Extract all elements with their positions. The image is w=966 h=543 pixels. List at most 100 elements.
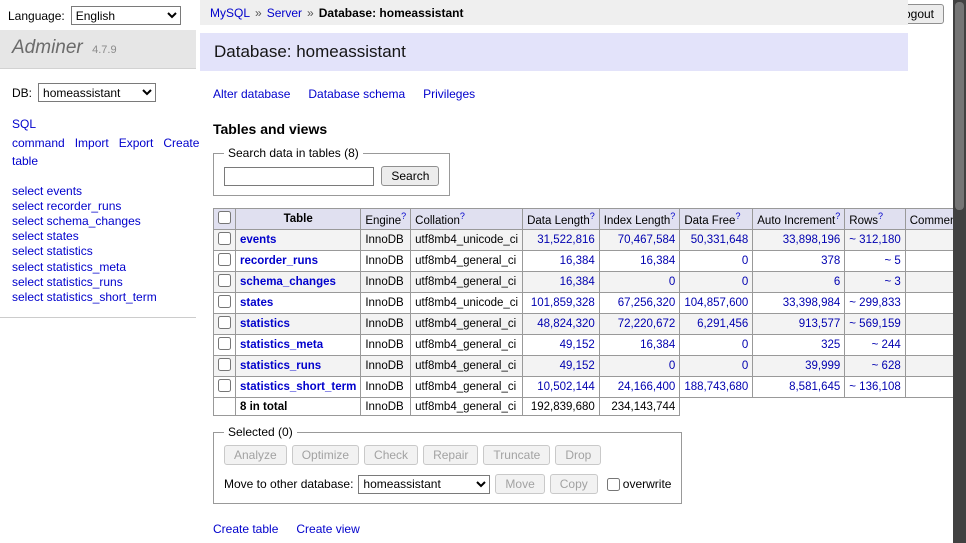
db-action-link[interactable]: Privileges bbox=[423, 87, 475, 101]
table-select-link[interactable]: select statistics bbox=[12, 244, 93, 258]
index-length-cell: 70,467,584 bbox=[599, 230, 680, 251]
scrollbar-thumb[interactable] bbox=[955, 2, 964, 210]
search-button[interactable]: Search bbox=[381, 166, 439, 186]
breadcrumb-link[interactable]: Server bbox=[267, 6, 302, 20]
help-link[interactable]: ? bbox=[590, 211, 595, 221]
row-checkbox[interactable] bbox=[218, 274, 231, 287]
table-select-link[interactable]: select statistics_meta bbox=[12, 260, 126, 274]
row-checkbox[interactable] bbox=[218, 232, 231, 245]
sidebar-link[interactable]: SQL command bbox=[12, 117, 65, 150]
move-db-select[interactable]: homeassistant bbox=[358, 475, 490, 494]
table-select-item: select statistics_meta bbox=[12, 260, 184, 274]
drop-button[interactable]: Drop bbox=[555, 445, 601, 465]
help-link[interactable]: ? bbox=[460, 211, 465, 221]
engine-cell: InnoDB bbox=[361, 335, 411, 356]
table-name-link[interactable]: statistics_meta bbox=[240, 339, 323, 351]
rows-cell: ~ 569,159 bbox=[845, 314, 905, 335]
table-select-link[interactable]: select recorder_runs bbox=[12, 199, 121, 213]
table-name-link[interactable]: states bbox=[240, 297, 273, 309]
table-name-link[interactable]: statistics_short_term bbox=[240, 381, 356, 393]
row-checkbox[interactable] bbox=[218, 295, 231, 308]
auto-increment-cell: 6 bbox=[753, 272, 845, 293]
help-link[interactable]: ? bbox=[835, 211, 840, 221]
help-link[interactable]: ? bbox=[401, 211, 406, 221]
data-length-cell: 101,859,328 bbox=[523, 293, 600, 314]
index-length-cell: 0 bbox=[599, 272, 680, 293]
table-select-item: select events bbox=[12, 184, 184, 198]
table-select-link[interactable]: select states bbox=[12, 229, 79, 243]
auto-increment-cell: 8,581,645 bbox=[753, 377, 845, 398]
table-select-item: select statistics bbox=[12, 244, 184, 258]
data-free-cell: 0 bbox=[680, 272, 753, 293]
optimize-button[interactable]: Optimize bbox=[292, 445, 359, 465]
breadcrumb: MySQL»Server»Database: homeassistant bbox=[200, 0, 908, 25]
data-free-cell: 188,743,680 bbox=[680, 377, 753, 398]
search-input[interactable] bbox=[224, 167, 374, 186]
db-action-links: Alter database Database schema Privileges bbox=[213, 87, 908, 101]
sidebar-link[interactable]: Import bbox=[75, 136, 109, 150]
app-version: 4.7.9 bbox=[92, 44, 116, 56]
table-name-link[interactable]: statistics bbox=[240, 318, 290, 330]
total-engine-cell: InnoDB bbox=[361, 398, 411, 416]
create-link[interactable]: Create table bbox=[213, 522, 278, 536]
move-label: Move to other database: bbox=[224, 477, 353, 491]
table-select-link[interactable]: select statistics_short_term bbox=[12, 290, 157, 304]
check-button[interactable]: Check bbox=[364, 445, 418, 465]
copy-button[interactable]: Copy bbox=[550, 474, 598, 494]
table-name-link[interactable]: recorder_runs bbox=[240, 255, 318, 267]
table-name-link[interactable]: statistics_runs bbox=[240, 360, 321, 372]
engine-cell: InnoDB bbox=[361, 314, 411, 335]
data-free-cell: 0 bbox=[680, 251, 753, 272]
col-header-data-free: Data Free? bbox=[680, 209, 753, 230]
app-logo[interactable]: Adminer bbox=[12, 37, 83, 58]
tables-total-row: 8 in totalInnoDButf8mb4_general_ci192,83… bbox=[214, 398, 966, 416]
db-action-link[interactable]: Alter database bbox=[213, 87, 290, 101]
tables-heading: Tables and views bbox=[213, 121, 908, 137]
breadcrumb-link[interactable]: MySQL bbox=[210, 6, 250, 20]
table-select-link[interactable]: select statistics_runs bbox=[12, 275, 123, 289]
help-link[interactable]: ? bbox=[670, 211, 675, 221]
db-action-link[interactable]: Database schema bbox=[308, 87, 405, 101]
tables-header-row: TableEngine?Collation?Data Length?Index … bbox=[214, 209, 966, 230]
truncate-button[interactable]: Truncate bbox=[483, 445, 550, 465]
select-all-checkbox[interactable] bbox=[218, 211, 231, 224]
col-header-engine: Engine? bbox=[361, 209, 411, 230]
total-index-length-cell: 234,143,744 bbox=[599, 398, 680, 416]
help-link[interactable]: ? bbox=[878, 211, 883, 221]
repair-button[interactable]: Repair bbox=[423, 445, 478, 465]
auto-increment-cell: 33,898,196 bbox=[753, 230, 845, 251]
page-title: Database: homeassistant bbox=[200, 33, 908, 71]
sidebar-link[interactable]: Export bbox=[119, 136, 154, 150]
auto-increment-cell: 913,577 bbox=[753, 314, 845, 335]
language-row: Language: English bbox=[8, 6, 181, 25]
tables-overview-table: TableEngine?Collation?Data Length?Index … bbox=[213, 208, 966, 416]
data-free-cell: 0 bbox=[680, 356, 753, 377]
table-name-link[interactable]: schema_changes bbox=[240, 276, 336, 288]
engine-cell: InnoDB bbox=[361, 230, 411, 251]
row-checkbox[interactable] bbox=[218, 379, 231, 392]
table-select-item: select statistics_runs bbox=[12, 275, 184, 289]
row-checkbox[interactable] bbox=[218, 358, 231, 371]
data-length-cell: 31,522,816 bbox=[523, 230, 600, 251]
row-checkbox[interactable] bbox=[218, 337, 231, 350]
table-select-link[interactable]: select events bbox=[12, 184, 82, 198]
analyze-button[interactable]: Analyze bbox=[224, 445, 287, 465]
table-select-link[interactable]: select schema_changes bbox=[12, 214, 141, 228]
scrollbar[interactable] bbox=[953, 0, 966, 543]
row-checkbox[interactable] bbox=[218, 316, 231, 329]
table-select-item: select states bbox=[12, 229, 184, 243]
help-link[interactable]: ? bbox=[735, 211, 740, 221]
row-checkbox[interactable] bbox=[218, 253, 231, 266]
language-select[interactable]: English bbox=[71, 6, 181, 25]
overwrite-checkbox[interactable] bbox=[607, 478, 620, 491]
sidebar-links: SQL commandImportExportCreate table bbox=[12, 115, 184, 171]
move-button[interactable]: Move bbox=[495, 474, 544, 494]
create-link[interactable]: Create view bbox=[296, 522, 359, 536]
data-length-cell: 49,152 bbox=[523, 356, 600, 377]
engine-cell: InnoDB bbox=[361, 377, 411, 398]
index-length-cell: 24,166,400 bbox=[599, 377, 680, 398]
table-row: eventsInnoDButf8mb4_unicode_ci31,522,816… bbox=[214, 230, 966, 251]
table-name-link[interactable]: events bbox=[240, 234, 276, 246]
engine-cell: InnoDB bbox=[361, 293, 411, 314]
db-select[interactable]: homeassistant bbox=[38, 83, 156, 102]
